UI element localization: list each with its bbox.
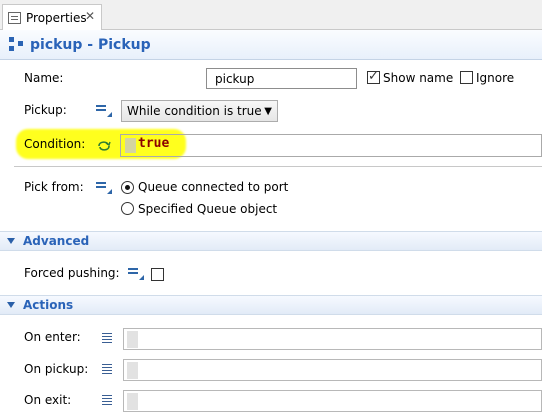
collapse-triangle-icon [7,238,15,244]
section-title: Advanced [23,234,90,248]
on-pickup-code-field[interactable] [123,359,542,381]
forced-pushing-label: Forced pushing: [24,266,120,280]
pickup-label: Pickup: [24,103,67,117]
dynamic-value-icon[interactable] [96,139,112,153]
collapse-triangle-icon [7,302,15,308]
code-list-icon [102,333,112,344]
checkmark-icon: ✓ [368,69,379,84]
condition-code-value: true [138,136,170,151]
static-value-icon[interactable] [128,268,144,280]
condition-code-field[interactable]: true [120,134,542,157]
name-input[interactable]: pickup [206,68,357,89]
properties-header: pickup - Pickup [0,30,542,60]
divider [14,166,542,167]
tab-bar: Properties ✕ [0,0,542,31]
tab-properties[interactable]: Properties ✕ [2,4,102,31]
static-value-icon[interactable] [96,105,112,117]
properties-icon [8,12,21,24]
section-title: Actions [23,298,74,312]
pick-from-label: Pick from: [24,180,84,194]
chevron-down-icon: ▼ [264,106,272,117]
ignore-checkbox[interactable] [460,71,473,84]
forced-pushing-checkbox[interactable] [151,268,164,281]
on-pickup-label: On pickup: [24,362,89,376]
radio-specified-queue-label: Specified Queue object [138,202,278,216]
tab-label: Properties [26,11,87,25]
show-name-checkbox[interactable]: ✓ [367,69,380,84]
radio-specified-queue[interactable] [121,202,134,215]
ignore-label: Ignore [476,71,515,85]
pickup-select-value: While condition is true [127,104,262,118]
on-enter-code-field[interactable] [123,328,542,350]
on-enter-label: On enter: [24,330,81,344]
section-actions[interactable]: Actions [0,295,542,315]
show-name-label: Show name [383,71,454,85]
condition-label: Condition: [24,137,86,151]
pickup-block-icon [9,37,24,52]
on-exit-code-field[interactable] [123,390,542,412]
section-advanced[interactable]: Advanced [0,231,542,251]
code-field-handle [125,138,136,153]
on-exit-label: On exit: [24,393,72,407]
name-label: Name: [24,71,64,85]
radio-queue-connected[interactable] [121,181,134,194]
page-title: pickup - Pickup [30,36,151,53]
close-icon[interactable]: ✕ [85,9,95,23]
code-list-icon [102,395,112,406]
radio-queue-connected-label: Queue connected to port [138,180,289,194]
static-value-icon[interactable] [96,182,112,194]
code-list-icon [102,364,112,375]
pickup-select[interactable]: While condition is true ▼ [121,100,278,122]
